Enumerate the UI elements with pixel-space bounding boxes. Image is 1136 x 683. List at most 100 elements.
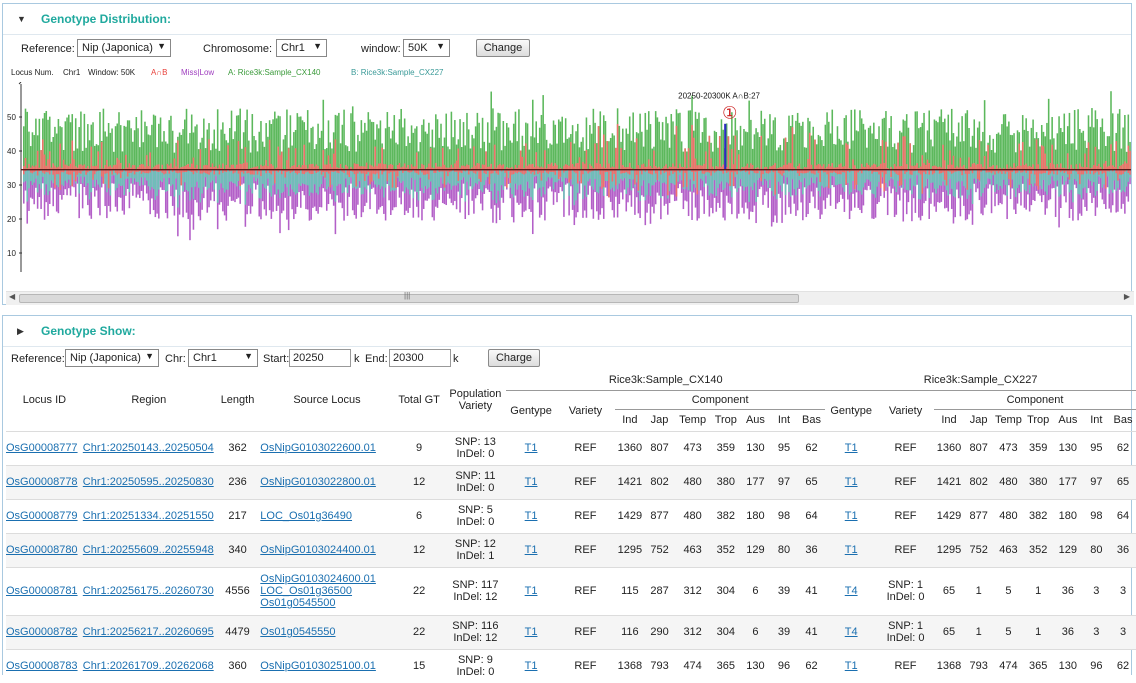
bar-anb [232, 165, 234, 170]
bar-sample-a [75, 118, 77, 169]
change-button[interactable]: Change [476, 39, 530, 57]
bar-anb [44, 155, 46, 170]
region-link[interactable]: Chr1:20250595..20250830 [83, 476, 214, 488]
locus-id-link[interactable]: OsG00008782 [6, 626, 78, 638]
source-locus-link[interactable]: OsNipG0103025100.01 [260, 660, 376, 672]
bar-anb-lower [423, 170, 425, 175]
bar-sample-a [795, 121, 797, 170]
source-locus-link[interactable]: OsNipG0103022600.01 [260, 442, 376, 454]
gentype-b-link[interactable]: T1 [845, 544, 858, 556]
show-header[interactable]: ▶ Genotype Show: [3, 316, 1131, 347]
bar-sample-b [390, 170, 392, 192]
bar-anb [174, 158, 176, 169]
bar-sample-a [913, 145, 915, 170]
expand-triangle-icon[interactable]: ▶ [17, 326, 24, 337]
component-b-value: 36 [1062, 626, 1074, 638]
reference-select[interactable]: Nip (Japonica) ▼ [77, 39, 171, 57]
bar-sample-a [1072, 143, 1074, 169]
bar-anb [277, 147, 279, 170]
scroll-right-icon[interactable]: ▶ [1124, 292, 1130, 301]
region-link[interactable]: Chr1:20250143..20250504 [83, 442, 214, 454]
bar-sample-b [972, 170, 974, 204]
gentype-a-link[interactable]: T1 [525, 660, 538, 672]
region-link[interactable]: Chr1:20251334..20251550 [83, 510, 214, 522]
highlighted-bar[interactable] [724, 124, 726, 170]
bar-sample-a [111, 128, 113, 169]
bar-sample-b [873, 170, 875, 195]
region-link[interactable]: Chr1:20256175..20260730 [83, 585, 214, 597]
bar-anb [522, 157, 524, 170]
bar-sample-a [297, 113, 299, 170]
scroll-left-icon[interactable]: ◀ [9, 292, 15, 301]
show-reference-select[interactable]: Nip (Japonica) ▼ [65, 349, 159, 367]
component-b-value: 180 [1059, 510, 1077, 522]
bar-anb [693, 138, 695, 170]
gentype-b-link[interactable]: T1 [845, 476, 858, 488]
bar-sample-b [868, 170, 870, 180]
bar-anb-lower [1057, 170, 1059, 175]
gentype-a-link[interactable]: T1 [525, 510, 538, 522]
bar-anb-lower [303, 170, 305, 174]
bar-anb [996, 165, 998, 169]
gentype-a-link[interactable]: T1 [525, 476, 538, 488]
locus-id-link[interactable]: OsG00008780 [6, 544, 78, 556]
bar-sample-b [407, 170, 409, 190]
bar-sample-a [665, 117, 667, 170]
bar-anb [622, 165, 624, 170]
gentype-a-link[interactable]: T1 [525, 544, 538, 556]
chr-select[interactable]: Chr1 ▼ [188, 349, 258, 367]
locus-id-link[interactable]: OsG00008779 [6, 510, 78, 522]
bar-anb-lower [92, 170, 94, 180]
gentype-a-link[interactable]: T1 [525, 585, 538, 597]
chromosome-select[interactable]: Chr1 ▼ [276, 39, 327, 57]
component-a-value: 877 [650, 510, 668, 522]
gentype-a-link[interactable]: T1 [525, 442, 538, 454]
bar-sample-a [84, 114, 86, 170]
source-locus-link[interactable]: Os01g0545500 [260, 597, 335, 609]
bar-anb-lower [1053, 170, 1055, 174]
bar-anb [710, 158, 712, 169]
gentype-b-link[interactable]: T4 [845, 585, 858, 597]
bar-sample-b [326, 170, 328, 190]
distribution-header[interactable]: ▼ Genotype Distribution: [3, 4, 1131, 35]
region-link[interactable]: Chr1:20256217..20260695 [83, 626, 214, 638]
bar-sample-b [719, 170, 721, 184]
charge-button[interactable]: Charge [488, 349, 540, 367]
bar-sample-a [998, 133, 1000, 170]
gentype-b-link[interactable]: T4 [845, 626, 858, 638]
bar-anb [345, 165, 347, 170]
bar-sample-a [371, 122, 373, 170]
source-locus-link[interactable]: OsNipG0103024600.01 [260, 573, 376, 585]
start-input[interactable]: 20250 [289, 349, 351, 367]
bar-anb [980, 164, 982, 169]
source-locus-link[interactable]: LOC_Os01g36500 [260, 585, 352, 597]
gentype-b-link[interactable]: T1 [845, 660, 858, 672]
chart-horizontal-scrollbar[interactable]: ◀ ||| ▶ [6, 291, 1134, 305]
gentype-b-link[interactable]: T1 [845, 442, 858, 454]
source-locus-link[interactable]: Os01g0545550 [260, 626, 335, 638]
locus-id-link[interactable]: OsG00008781 [6, 585, 78, 597]
collapse-triangle-icon[interactable]: ▼ [17, 14, 26, 24]
bar-anb [1006, 164, 1008, 169]
source-locus-link[interactable]: LOC_Os01g36490 [260, 510, 352, 522]
bar-sample-a [601, 147, 603, 169]
locus-id-link[interactable]: OsG00008777 [6, 442, 78, 454]
component-a-value: 480 [683, 476, 701, 488]
window-select[interactable]: 50K ▼ [403, 39, 450, 57]
bar-anb [752, 165, 754, 170]
end-input[interactable]: 20300 [389, 349, 451, 367]
source-locus-link[interactable]: OsNipG0103024400.01 [260, 544, 376, 556]
source-locus-link[interactable]: OsNipG0103022800.01 [260, 476, 376, 488]
region-link[interactable]: Chr1:20255609..20255948 [83, 544, 214, 556]
gentype-a-link[interactable]: T1 [525, 626, 538, 638]
bar-anb [205, 165, 207, 170]
locus-id-link[interactable]: OsG00008778 [6, 476, 78, 488]
bar-sample-a [1001, 124, 1003, 170]
bar-sample-a [276, 118, 278, 169]
bar-anb [854, 165, 856, 169]
component-a-value: 80 [778, 544, 790, 556]
bar-sample-b [177, 170, 179, 208]
locus-id-link[interactable]: OsG00008783 [6, 660, 78, 672]
region-link[interactable]: Chr1:20261709..20262068 [83, 660, 214, 672]
gentype-b-link[interactable]: T1 [845, 510, 858, 522]
